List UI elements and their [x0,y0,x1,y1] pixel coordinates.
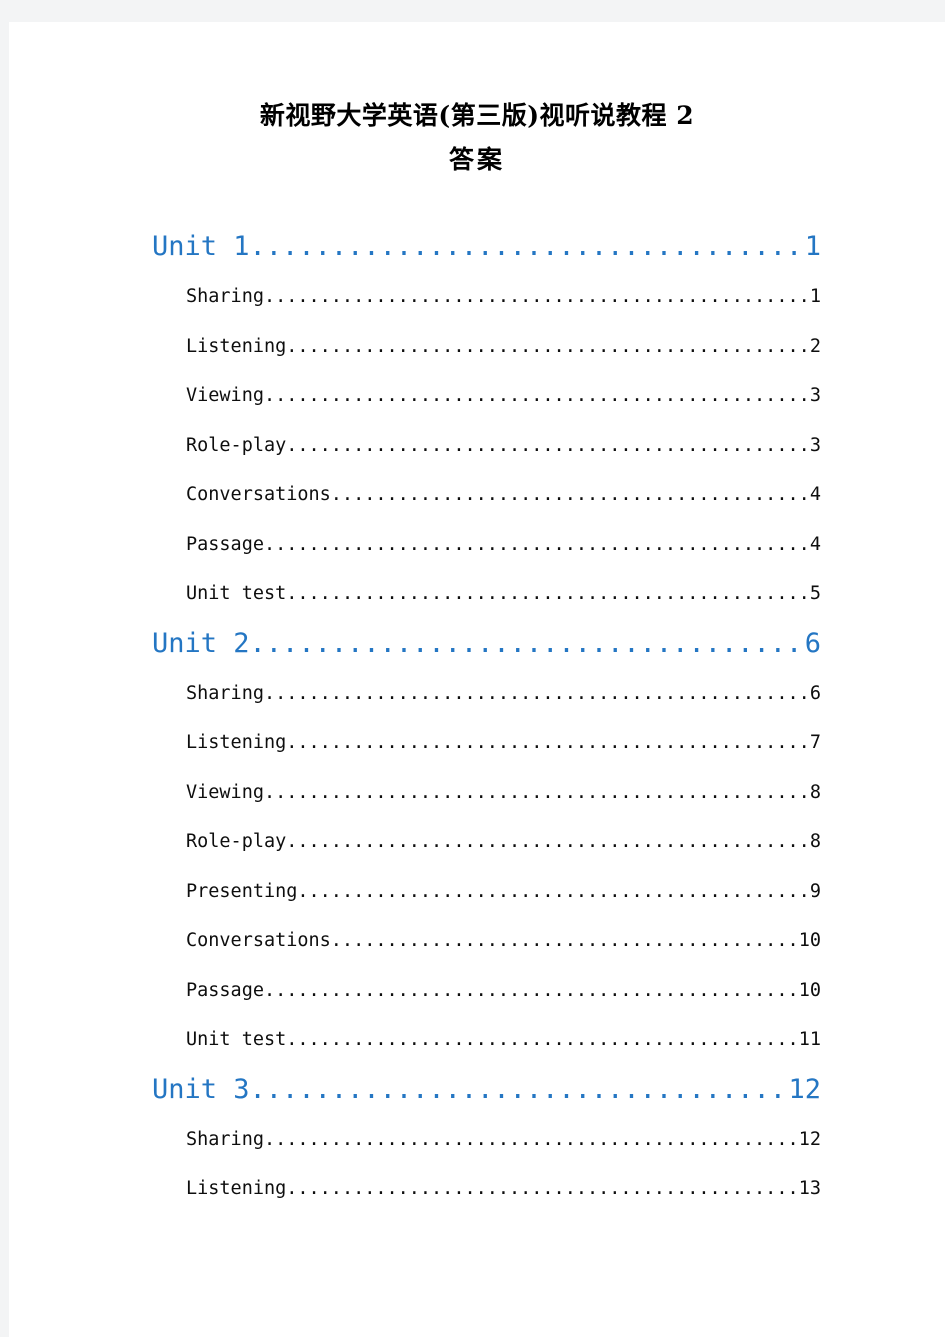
toc-dot-leader [297,867,809,917]
toc-section-entry[interactable]: Sharing 12 [9,1115,945,1165]
toc-entry-page-number: 10 [798,930,821,951]
toc-dot-leader [264,966,799,1016]
toc-entry-page-number: 5 [809,583,821,604]
toc-entry-page-number: 10 [798,979,821,1001]
toc-section-entry[interactable]: Viewing 3 [9,371,945,421]
toc-unit-entry[interactable]: Unit 3 12 [9,1065,945,1115]
toc-entry-label: Viewing [186,385,264,406]
toc-dot-leader [264,768,810,818]
toc-entry-page-number: 11 [798,1029,821,1050]
toc-section-entry[interactable]: Conversations 4 [9,470,945,520]
toc-dot-leader [286,421,810,471]
document-title-line-1: 新视野大学英语(第三版)视听说教程 2 [259,101,695,130]
toc-entry-page-number: 6 [804,627,821,659]
toc-dot-leader [286,569,810,619]
toc-dot-leader [286,817,810,867]
toc-entry-page-number: 8 [809,831,821,852]
toc-entry-label: Role-play [186,434,287,456]
toc-entry-page-number: 12 [798,1128,821,1150]
toc-section-entry[interactable]: Sharing 6 [9,669,945,719]
toc-entry-label: Listening [186,1178,287,1199]
toc-section-entry[interactable]: Conversations 10 [9,916,945,966]
toc-dot-leader [264,371,810,421]
toc-dot-leader [286,1015,798,1065]
toc-entry-label: Passage [186,533,264,555]
toc-section-entry[interactable]: Role-play 8 [9,817,945,867]
toc-unit-entry[interactable]: Unit 2 6 [9,619,945,669]
toc-entry-page-number: 1 [804,231,821,262]
toc-entry-page-number: 8 [809,781,821,803]
toc-dot-leader [264,669,810,719]
toc-dot-leader [264,272,810,322]
toc-section-entry[interactable]: Viewing 8 [9,768,945,818]
toc-dot-leader [286,322,810,372]
toc-entry-label: Role-play [186,831,287,852]
toc-entry-label: Sharing [186,286,264,307]
toc-dot-leader [250,222,805,272]
toc-dot-leader [250,619,805,669]
toc-entry-label: Listening [186,732,287,753]
toc-entry-page-number: 4 [809,484,821,505]
toc-entry-label: Unit 2 [152,627,250,659]
toc-section-entry[interactable]: Presenting 9 [9,867,945,917]
toc-entry-label: Listening [186,335,287,357]
table-of-contents: Unit 11Sharing1Listening2Viewing3Role-pl… [9,222,945,1214]
toc-entry-page-number: 7 [809,732,821,753]
toc-entry-page-number: 9 [809,880,821,902]
toc-dot-leader [250,1065,789,1115]
toc-entry-label: Unit test [186,1029,287,1050]
toc-entry-label: Sharing [186,682,264,704]
toc-entry-label: Viewing [186,781,264,803]
toc-dot-leader [331,470,810,520]
toc-dot-leader [286,1164,798,1214]
toc-section-entry[interactable]: Passage 10 [9,966,945,1016]
toc-section-entry[interactable]: Sharing 1 [9,272,945,322]
toc-entry-page-number: 2 [809,335,821,357]
toc-entry-page-number: 3 [809,434,821,456]
document-title-line-2: 答案 [448,145,505,174]
toc-dot-leader [286,718,810,768]
toc-entry-label: Passage [186,979,264,1001]
document-page: 新视野大学英语(第三版)视听说教程 2 答案 Unit 1 1 Sharing 1 Li… [9,22,945,1337]
toc-section-entry[interactable]: Listening 2 [9,322,945,372]
toc-dot-leader [331,916,799,966]
toc-entry-label: Unit 1 [152,231,250,262]
toc-section-entry[interactable]: Unit test 5 [9,569,945,619]
document-title: 新视野大学英语(第三版)视听说教程 2 答案 [9,22,945,182]
toc-entry-label: Unit test [186,583,287,604]
toc-unit-entry[interactable]: Unit 1 1 [9,222,945,272]
toc-dot-leader [264,1115,799,1165]
toc-entry-page-number: 6 [809,682,821,704]
toc-dot-leader [264,520,810,570]
toc-section-entry[interactable]: Listening 13 [9,1164,945,1214]
toc-section-entry[interactable]: Passage 4 [9,520,945,570]
toc-entry-label: Presenting [186,880,298,902]
toc-entry-label: Unit 3 [152,1073,250,1105]
toc-entry-page-number: 4 [809,533,821,555]
toc-entry-page-number: 12 [788,1073,821,1105]
toc-section-entry[interactable]: Listening 7 [9,718,945,768]
toc-section-entry[interactable]: Role-play 3 [9,421,945,471]
toc-entry-label: Conversations [186,484,331,505]
toc-entry-page-number: 1 [809,286,821,307]
toc-entry-page-number: 13 [798,1178,821,1199]
toc-entry-page-number: 3 [809,385,821,406]
toc-section-entry[interactable]: Unit test 11 [9,1015,945,1065]
toc-entry-label: Conversations [186,930,331,951]
toc-entry-label: Sharing [186,1128,264,1150]
